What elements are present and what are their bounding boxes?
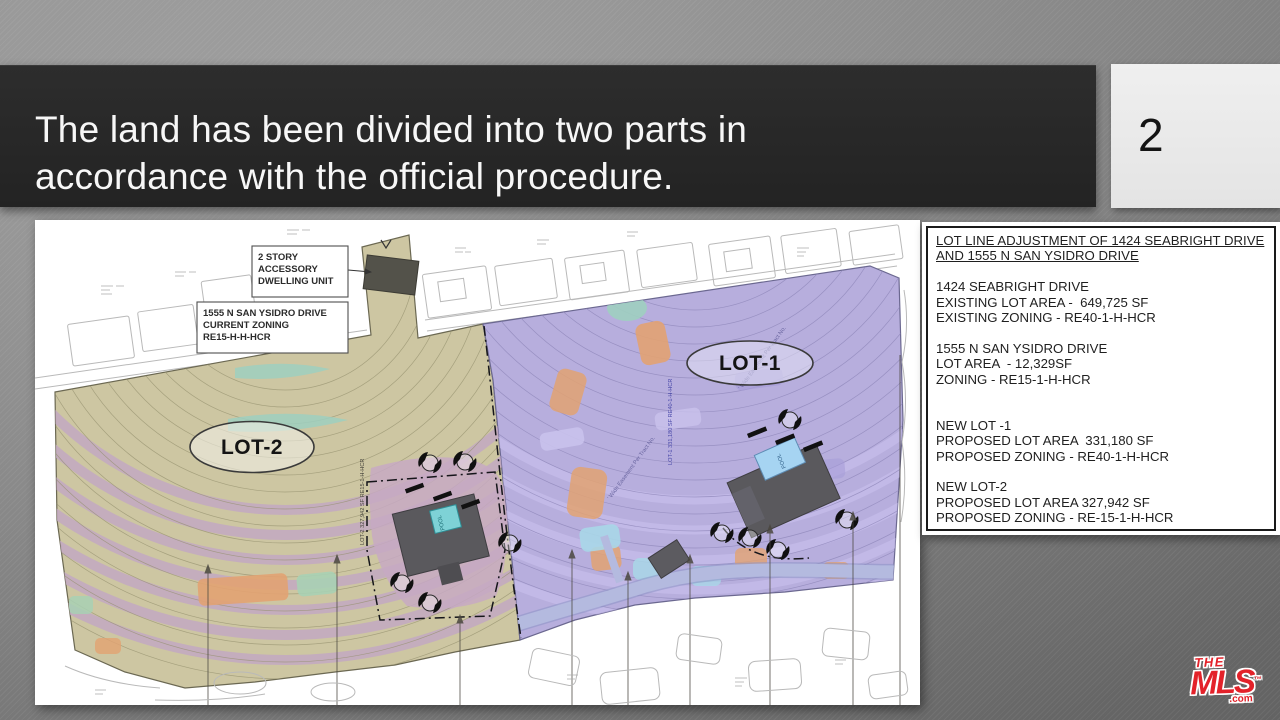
lot1-label: LOT-1 <box>719 352 781 375</box>
page-number: 2 <box>1138 108 1164 162</box>
panel-line <box>936 387 1266 402</box>
slide-title-line2: accordance with the official procedure. <box>35 153 747 200</box>
lot2-area-sideline: LOT-2 327,942 SF RE15-1-H-HCR <box>360 459 366 545</box>
zoning-callout-line3: RE15-H-H-HCR <box>203 332 271 343</box>
adu-callout-line2: ACCESSORY <box>258 264 318 275</box>
zoning-callout-line2: CURRENT ZONING <box>203 320 289 331</box>
slide-title-line1: The land has been divided into two parts… <box>35 106 747 153</box>
lot-adjustment-text: LOT LINE ADJUSTMENT OF 1424 SEABRIGHT DR… <box>926 226 1276 531</box>
panel-line: PROPOSED ZONING - RE-15-1-H-HCR <box>936 510 1266 525</box>
slide-title: The land has been divided into two parts… <box>35 106 747 200</box>
themls-logo: THE MLS™ .com <box>1189 655 1271 706</box>
title-bar: The land has been divided into two parts… <box>0 65 1096 207</box>
themls-logo-tm: ™ <box>1254 675 1262 684</box>
lot1-area-sideline: LOT-1 331,180 SF RE40-1-H-HCR <box>668 379 674 465</box>
panel-line: EXISTING ZONING - RE40-1-H-HCR <box>936 310 1266 325</box>
panel-line: 1555 N SAN YSIDRO DRIVE <box>936 341 1266 356</box>
panel-line: PROPOSED ZONING - RE40-1-H-HCR <box>936 449 1266 464</box>
site-map: POOL POOL <box>35 220 920 705</box>
page-number-box: 2 <box>1111 64 1280 208</box>
panel-line <box>936 402 1266 417</box>
panel-line <box>936 264 1266 279</box>
zoning-callout-line1: 1555 N SAN YSIDRO DRIVE <box>203 308 327 319</box>
survey-map-panel: POOL POOL <box>35 220 920 705</box>
lot2-label: LOT-2 <box>221 436 283 459</box>
adu-callout-line3: DWELLING UNIT <box>258 276 334 287</box>
themls-logo-mls: MLS™ <box>1190 666 1271 697</box>
panel-line: ZONING - RE15-1-H-HCR <box>936 372 1266 387</box>
slide: { "slide": { "page_number": "2" }, "head… <box>0 0 1280 720</box>
adu-callout-line1: 2 STORY <box>258 252 299 263</box>
panel-line <box>936 325 1266 340</box>
panel-line: PROPOSED LOT AREA 331,180 SF <box>936 433 1266 448</box>
panel-line: PROPOSED LOT AREA 327,942 SF <box>936 495 1266 510</box>
panel-line: LOT AREA - 12,329SF <box>936 356 1266 371</box>
adu-building <box>363 255 419 295</box>
lot-adjustment-panel: LOT LINE ADJUSTMENT OF 1424 SEABRIGHT DR… <box>922 222 1280 535</box>
panel-line: LOT LINE ADJUSTMENT OF 1424 SEABRIGHT DR… <box>936 233 1266 248</box>
panel-line: 1424 SEABRIGHT DRIVE <box>936 279 1266 294</box>
panel-line: NEW LOT-2 <box>936 479 1266 494</box>
panel-line <box>936 464 1266 479</box>
panel-line: NEW LOT -1 <box>936 418 1266 433</box>
panel-line: AND 1555 N SAN YSIDRO DRIVE <box>936 248 1266 263</box>
panel-line: EXISTING LOT AREA - 649,725 SF <box>936 295 1266 310</box>
